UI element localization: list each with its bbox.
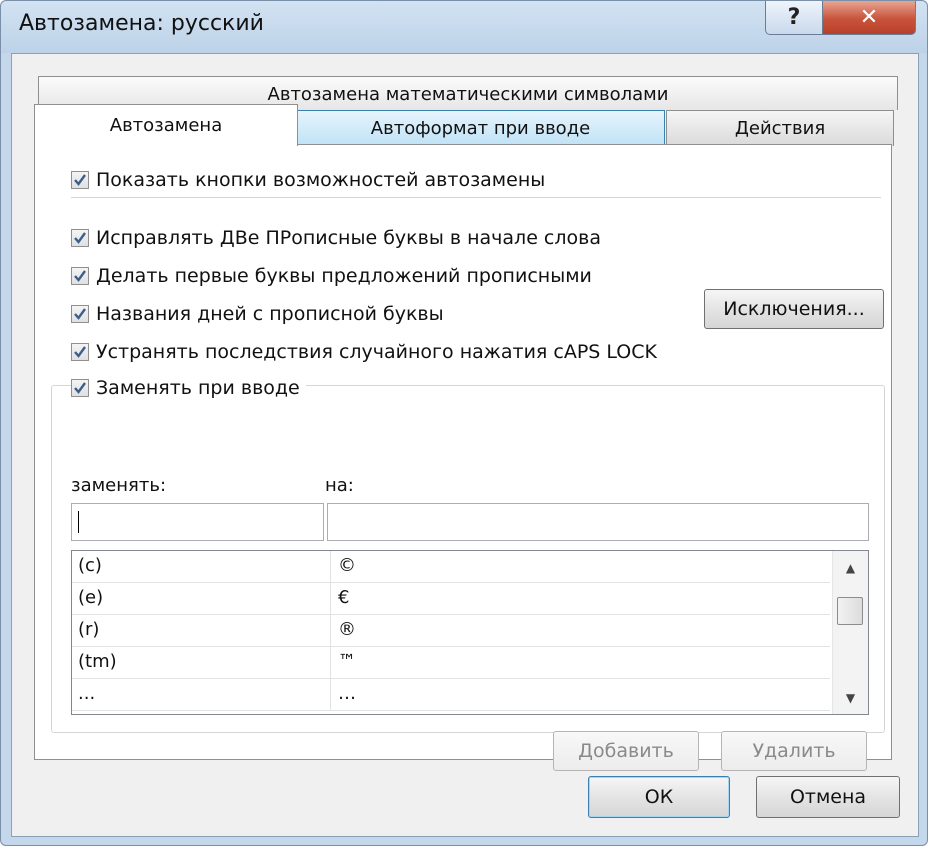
option-show-buttons[interactable]: Показать кнопки возможностей автозамены	[71, 169, 545, 191]
entry-from: ...	[78, 683, 96, 704]
help-button[interactable]: ?	[765, 1, 823, 35]
checkbox-capitalize-days[interactable]	[71, 305, 89, 323]
option-label: Устранять последствия случайного нажатия…	[96, 341, 657, 363]
button-label: Отмена	[789, 786, 867, 808]
option-capitalize-sentences[interactable]: Делать первые буквы предложений прописны…	[71, 265, 592, 287]
close-button[interactable]: ✕	[822, 1, 916, 35]
button-label: Исключения...	[723, 298, 865, 320]
option-caps-lock[interactable]: Устранять последствия случайного нажатия…	[71, 341, 657, 363]
entry-from: (c)	[78, 555, 102, 576]
option-replace-as-type[interactable]: Заменять при вводе	[71, 377, 306, 399]
option-label: Исправлять ДВе ПРописные буквы в начале …	[96, 227, 601, 249]
option-capitalize-days[interactable]: Названия дней с прописной буквы	[71, 303, 444, 325]
checkbox-show-buttons[interactable]	[71, 171, 89, 189]
button-label: ОК	[644, 786, 674, 808]
scroll-up-arrow-icon[interactable]: ▲	[833, 555, 868, 581]
entry-from: (e)	[78, 587, 104, 608]
check-icon	[74, 232, 86, 244]
separator	[71, 197, 881, 198]
list-item[interactable]: (e) €	[72, 583, 830, 615]
exceptions-button[interactable]: Исключения...	[704, 289, 884, 329]
option-label: Показать кнопки возможностей автозамены	[96, 169, 546, 191]
check-icon	[74, 308, 86, 320]
check-icon	[74, 174, 86, 186]
option-label: Заменять при вводе	[96, 377, 300, 399]
close-icon: ✕	[859, 5, 879, 30]
with-input[interactable]	[327, 503, 869, 541]
column-divider	[330, 679, 331, 711]
entry-to: ®	[338, 619, 356, 640]
tab-label: Автоформат при вводе	[370, 118, 591, 139]
scroll-down-arrow-icon[interactable]: ▼	[833, 685, 868, 711]
list-scrollbar[interactable]: ▲ ▼	[832, 551, 868, 714]
dialog-client-area: Автозамена математическими символами Авт…	[11, 53, 919, 837]
tab-label: Действия	[734, 118, 826, 139]
replace-input-wrap	[71, 503, 324, 541]
tab-autocorrect[interactable]: Автозамена	[34, 104, 298, 146]
checkbox-capitalize-sentences[interactable]	[71, 267, 89, 285]
ok-button[interactable]: ОК	[588, 776, 730, 818]
entry-to: …	[338, 683, 356, 704]
add-button[interactable]: Добавить	[553, 731, 699, 771]
tab-label: Автозамена математическими символами	[267, 84, 669, 105]
column-divider	[330, 583, 331, 615]
button-label: Добавить	[578, 740, 674, 762]
entry-to: ©	[338, 555, 356, 576]
list-item[interactable]: (tm) ™	[72, 647, 830, 679]
list-item[interactable]: (c) ©	[72, 551, 830, 583]
option-two-initial-caps[interactable]: Исправлять ДВе ПРописные буквы в начале …	[71, 227, 601, 249]
column-divider	[330, 615, 331, 647]
button-label: Удалить	[752, 740, 836, 762]
check-icon	[74, 346, 86, 358]
list-item[interactable]: (r) ®	[72, 615, 830, 647]
check-icon	[74, 270, 86, 282]
check-icon	[74, 382, 86, 394]
checkbox-two-initial-caps[interactable]	[71, 229, 89, 247]
option-label: Названия дней с прописной буквы	[96, 303, 444, 325]
window-title: Автозамена: русский	[19, 11, 264, 36]
scroll-thumb[interactable]	[837, 597, 863, 625]
entry-from: (tm)	[78, 651, 117, 672]
column-divider	[330, 647, 331, 679]
entry-to: ™	[338, 651, 356, 672]
tab-actions[interactable]: Действия	[666, 110, 894, 146]
delete-button[interactable]: Удалить	[721, 731, 867, 771]
autocorrect-tab-panel: Показать кнопки возможностей автозамены …	[34, 144, 892, 771]
tab-label: Автозамена	[109, 115, 223, 136]
replace-input[interactable]	[71, 503, 324, 541]
text-caret	[78, 511, 79, 533]
entry-to: €	[338, 587, 350, 608]
column-divider	[330, 551, 331, 583]
replacement-list[interactable]: (c) © (e) € (r) ® (tm) ™ ... … ▲ ▼	[71, 550, 869, 715]
checkbox-caps-lock[interactable]	[71, 343, 89, 361]
checkbox-replace-as-type[interactable]	[71, 379, 89, 397]
tab-autoformat[interactable]: Автоформат при вводе	[296, 110, 665, 146]
option-label: Делать первые буквы предложений прописны…	[96, 265, 592, 287]
with-label: на:	[325, 475, 354, 496]
cancel-button[interactable]: Отмена	[756, 776, 900, 818]
list-item[interactable]: ... …	[72, 679, 830, 711]
help-icon: ?	[787, 5, 801, 30]
autocorrect-dialog: Автозамена: русский ? ✕ Автозамена матем…	[0, 0, 928, 846]
entry-from: (r)	[78, 619, 100, 640]
replace-label: заменять:	[71, 475, 167, 496]
title-bar[interactable]: Автозамена: русский ? ✕	[1, 1, 927, 53]
